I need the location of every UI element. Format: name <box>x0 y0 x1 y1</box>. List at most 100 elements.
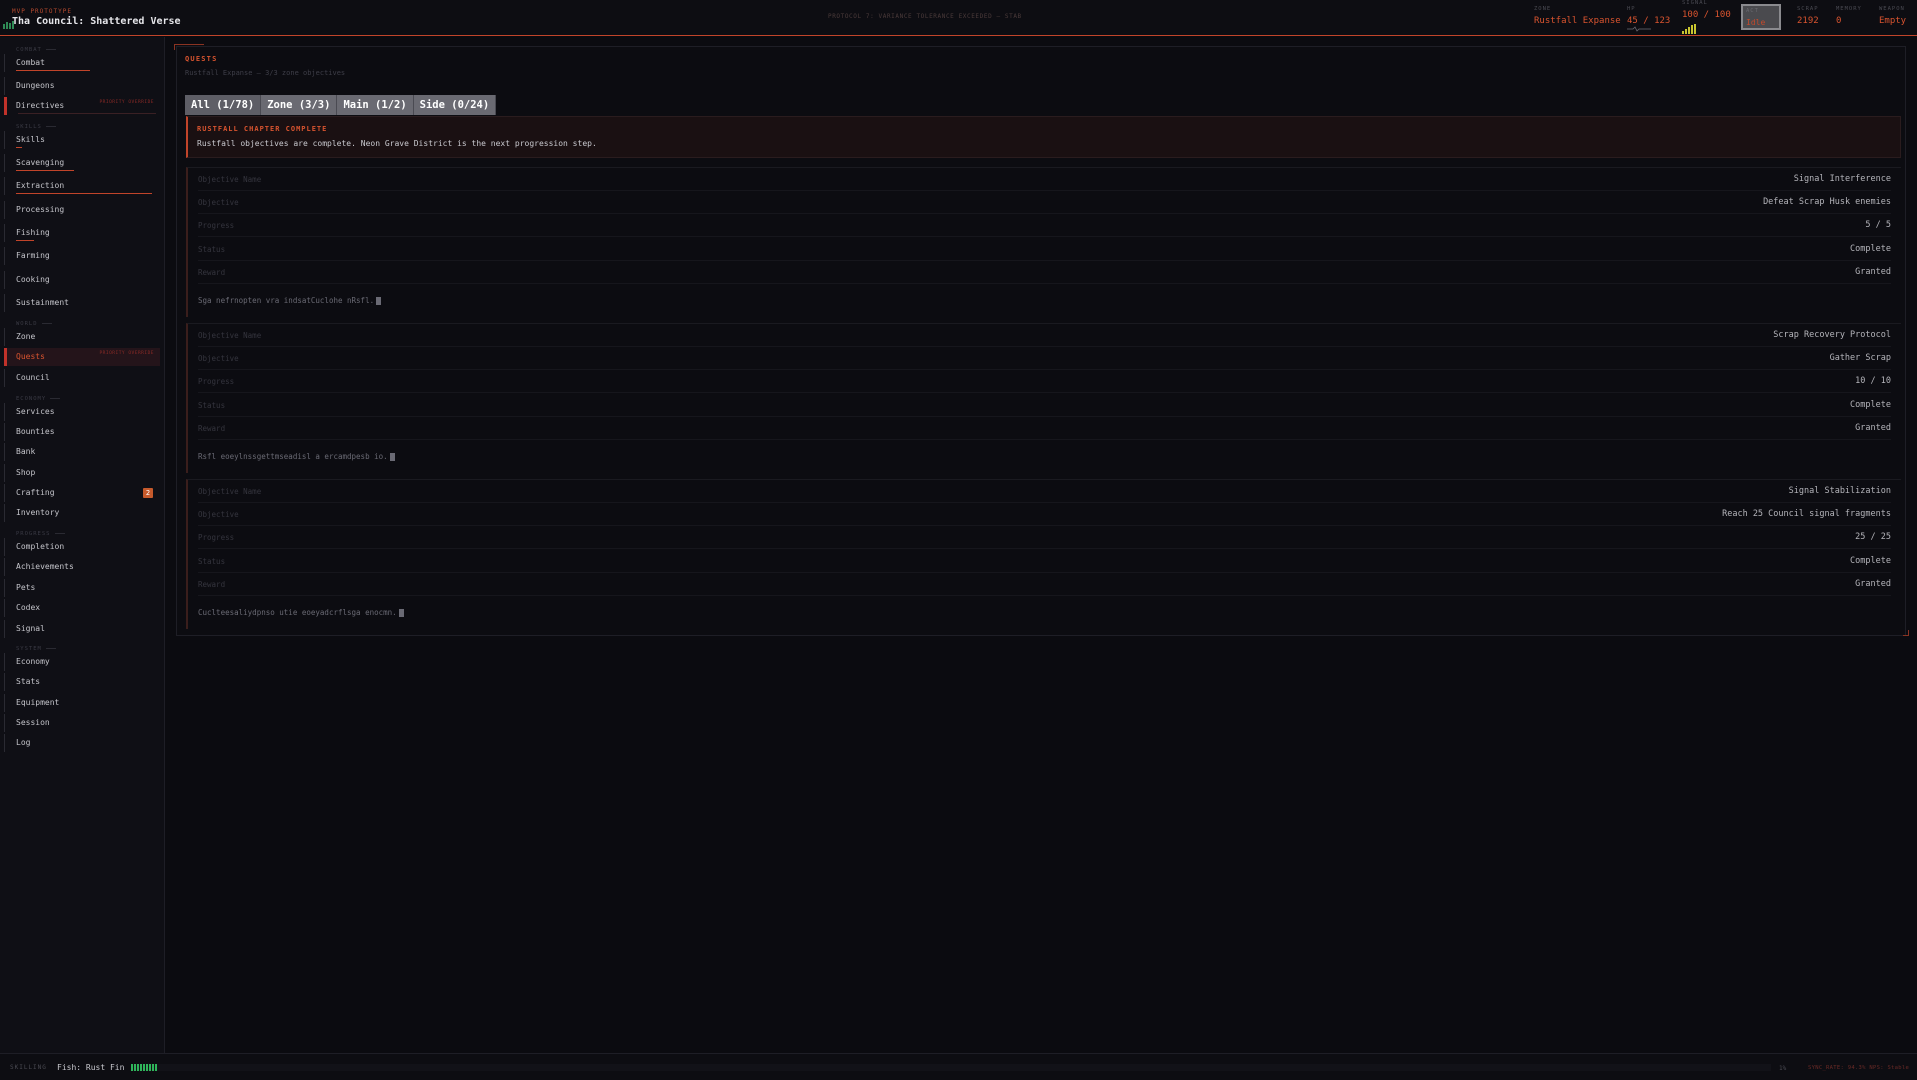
progress-segment <box>137 1064 139 1071</box>
sidebar-item-services[interactable]: Services <box>4 403 160 421</box>
sidebar-category-progress: PROGRESS <box>16 531 65 537</box>
sidebar-item-inventory[interactable]: Inventory <box>4 504 160 522</box>
sidebar-item-bounties[interactable]: Bounties <box>4 423 160 441</box>
quest-field-row: Objective Name Signal Stabilization <box>198 480 1891 503</box>
weapon-stat-value: Empty <box>1879 16 1907 26</box>
field-label: Progress <box>198 221 235 230</box>
activity-status-box[interactable]: ACT Idle <box>1741 4 1781 30</box>
field-label: Status <box>198 401 226 410</box>
sidebar-item-achievements[interactable]: Achievements <box>4 558 160 576</box>
sidebar-item-label: Bank <box>16 447 36 456</box>
sidebar-item-cooking[interactable]: Cooking <box>4 271 160 289</box>
memory-stat: MEMORY 0 <box>1836 6 1862 26</box>
progress-segment <box>149 1064 151 1071</box>
progress-segment <box>152 1064 154 1071</box>
progress-segment <box>155 1064 157 1071</box>
quest-name: Scrap Recovery Protocol <box>1773 330 1891 340</box>
quest-status: Complete <box>1850 556 1891 566</box>
field-label: Objective <box>198 354 239 363</box>
sidebar-item-label: Scavenging <box>16 158 65 167</box>
sidebar-item-council[interactable]: Council <box>4 369 160 387</box>
sidebar-item-label: Extraction <box>16 181 65 190</box>
sidebar-item-pets[interactable]: Pets <box>4 579 160 597</box>
quest-log-line: Cuclteesaliydpnso utie eoeyadcrflsga eno… <box>198 608 404 617</box>
sidebar-item-farming[interactable]: Farming <box>4 247 160 265</box>
progress-segment <box>134 1064 136 1071</box>
banner-heading: RUSTFALL CHAPTER COMPLETE <box>197 125 328 133</box>
sidebar-item-label: Farming <box>16 251 50 260</box>
field-label: Reward <box>198 424 226 433</box>
memory-stat-label: MEMORY <box>1836 6 1862 12</box>
progress-segment <box>143 1064 145 1071</box>
chapter-complete-banner: RUSTFALL CHAPTER COMPLETE Rustfall objec… <box>186 116 1901 158</box>
sidebar-item-stats[interactable]: Stats <box>4 673 160 691</box>
quest-objective: Reach 25 Council signal fragments <box>1722 509 1891 519</box>
quest-objective: Defeat Scrap Husk enemies <box>1763 197 1891 207</box>
brand-tag: MVP PROTOTYPE <box>12 8 72 15</box>
sidebar-item-label: Council <box>16 373 50 382</box>
quest-progress: 25 / 25 <box>1855 532 1891 542</box>
tab-zone[interactable]: Zone (3/3) <box>261 95 338 115</box>
quest-reward: Granted <box>1855 267 1891 277</box>
quest-field-row: Reward Granted <box>198 573 1891 596</box>
sidebar-item-extraction[interactable]: Extraction <box>4 177 160 195</box>
quest-card: Objective Name Scrap Recovery Protocol Ob… <box>186 323 1901 473</box>
sidebar-category-combat: COMBAT <box>16 47 56 53</box>
memory-stat-value: 0 <box>1836 16 1842 26</box>
quest-field-row: Progress 10 / 10 <box>198 370 1891 393</box>
quest-status: Complete <box>1850 400 1891 410</box>
sidebar-item-zone[interactable]: Zone <box>4 328 160 346</box>
page-title: QUESTS <box>185 55 218 63</box>
field-label: Objective Name <box>198 175 262 184</box>
hp-stat-value: 45 / 123 <box>1627 16 1671 26</box>
sidebar-item-sustainment[interactable]: Sustainment <box>4 294 160 312</box>
sidebar-item-label: Signal <box>16 624 45 633</box>
sidebar-item-fishing[interactable]: Fishing <box>4 224 160 242</box>
panel-corner <box>174 44 204 50</box>
sidebar-item-signal[interactable]: Signal <box>4 620 160 638</box>
weapon-stat: WEAPON Empty <box>1879 6 1906 26</box>
sidebar-item-log[interactable]: Log <box>4 734 160 752</box>
quest-field-row: Objective Name Scrap Recovery Protocol <box>198 324 1891 347</box>
heartbeat-icon <box>1627 26 1651 32</box>
quest-reward: Granted <box>1855 423 1891 433</box>
sidebar-item-label: Skills <box>16 135 45 144</box>
sidebar-item-crafting[interactable]: Crafting 2 <box>4 484 160 502</box>
sidebar-category-world: WORLD <box>16 321 52 327</box>
sidebar-item-economy[interactable]: Economy <box>4 653 160 671</box>
sidebar-item-bank[interactable]: Bank <box>4 443 160 461</box>
sidebar-item-session[interactable]: Session <box>4 714 160 732</box>
activity-progress-fill <box>131 1064 157 1071</box>
sidebar-category-skills: SKILLS <box>16 124 56 130</box>
sidebar-item-processing[interactable]: Processing <box>4 201 160 219</box>
scrap-stat-label: SCRAP <box>1797 6 1819 12</box>
signal-stat: SIGNAL 100 / 100 <box>1682 0 1731 20</box>
quest-log-line: Sga nefrnopten vra indsatCuclohe nRsfl. <box>198 296 382 305</box>
quest-name: Signal Interference <box>1793 174 1891 184</box>
sidebar-item-codex[interactable]: Codex <box>4 599 160 617</box>
page-subtitle: Rustfall Expanse — 3/3 zone objectives <box>185 69 346 77</box>
quest-card: Objective Name Signal Stabilization Objec… <box>186 479 1901 629</box>
sidebar-item-combat[interactable]: Combat <box>4 54 160 72</box>
top-bar: MVP PROTOTYPE Tha Council: Shattered Ver… <box>0 0 1917 36</box>
sidebar-item-label: Dungeons <box>16 81 55 90</box>
activity-progress-percent: 1% <box>1779 1065 1787 1072</box>
text-cursor <box>398 609 404 617</box>
sidebar-item-shop[interactable]: Shop <box>4 464 160 482</box>
sidebar-item-completion[interactable]: Completion <box>4 538 160 556</box>
tab-main[interactable]: Main (1/2) <box>337 95 414 115</box>
tab-all[interactable]: All (1/78) <box>185 95 262 115</box>
weapon-stat-label: WEAPON <box>1879 6 1905 12</box>
scrap-stat: SCRAP 2192 <box>1797 6 1819 26</box>
sidebar-item-scavenging[interactable]: Scavenging <box>4 154 160 172</box>
sidebar-item-equipment[interactable]: Equipment <box>4 694 160 712</box>
hp-stat: HP 45 / 123 <box>1627 6 1670 26</box>
quest-field-row: Objective Reach 25 Council signal fragmen… <box>198 503 1891 526</box>
sidebar-item-quests[interactable]: Quests PRIORITY OVERRIDE <box>4 348 160 366</box>
sidebar-item-dungeons[interactable]: Dungeons <box>4 77 160 95</box>
sidebar-item-skills[interactable]: Skills <box>4 131 160 149</box>
quest-progress: 10 / 10 <box>1855 376 1891 386</box>
sidebar-item-directives[interactable]: Directives PRIORITY OVERRIDE <box>4 97 160 115</box>
tab-side[interactable]: Side (0/24) <box>413 95 497 115</box>
quest-log-text: Cuclteesaliydpnso utie eoeyadcrflsga eno… <box>198 608 397 617</box>
